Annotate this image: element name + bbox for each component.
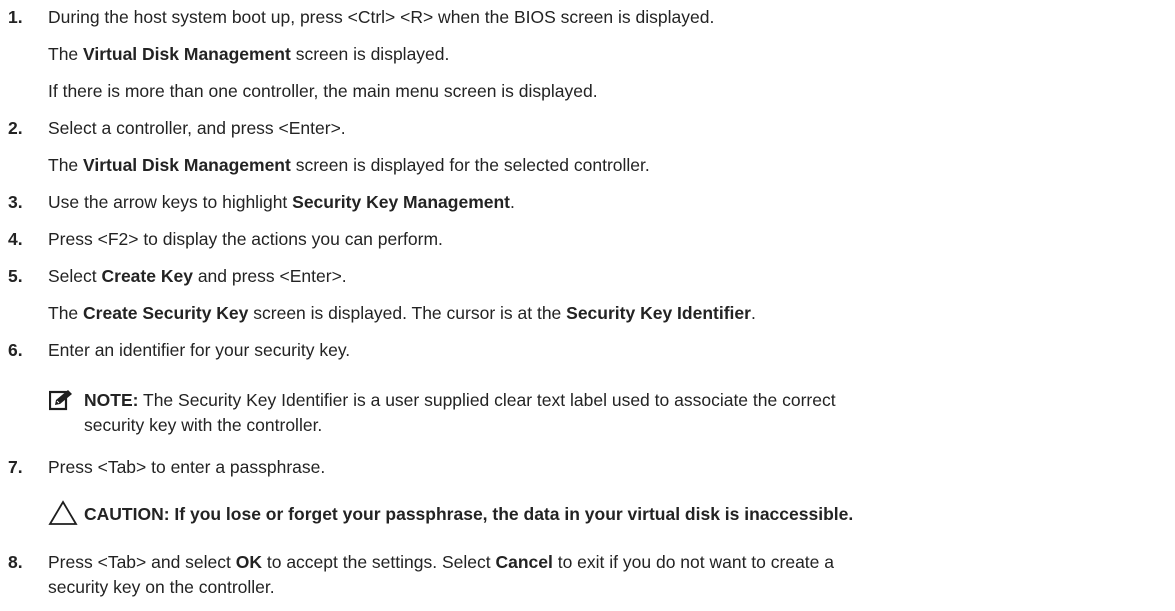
note-text-line-2: security key with the controller. (84, 415, 323, 435)
text-fragment: Press <Tab> and select (48, 552, 236, 572)
step-1-result-2: If there is more than one controller, th… (48, 81, 598, 101)
ui-screen-name: Virtual Disk Management (83, 155, 291, 175)
text-fragment: Select (48, 266, 102, 286)
field-name: Security Key Identifier (566, 303, 751, 323)
button-name-cancel: Cancel (495, 552, 553, 572)
step-number: 6. (8, 340, 23, 360)
note-text-line-1: NOTE: The Security Key Identifier is a u… (84, 389, 836, 411)
step-1-result-1: The Virtual Disk Management screen is di… (48, 43, 449, 65)
caution-text: CAUTION: If you lose or forget your pass… (84, 504, 854, 524)
text-fragment: to exit if you do not want to create a (552, 552, 834, 572)
text-fragment: to accept the settings. Select (262, 552, 496, 572)
step-number: 8. (8, 552, 23, 572)
menu-item-name: Security Key Management (292, 192, 511, 212)
text-fragment: . (510, 192, 515, 212)
step-2-result: The Virtual Disk Management screen is di… (48, 154, 650, 176)
step-5-result: The Create Security Key screen is displa… (48, 302, 756, 324)
step-5-text: Select Create Key and press <Enter>. (48, 265, 347, 287)
text-fragment: The (48, 303, 84, 323)
ui-screen-name: Create Security Key (83, 303, 249, 323)
warning-triangle-icon (48, 500, 78, 526)
pencil-note-icon (48, 389, 73, 411)
text-fragment: screen is displayed for the selected con… (290, 155, 650, 175)
step-4-text: Press <F2> to display the actions you ca… (48, 229, 443, 249)
step-number: 2. (8, 118, 23, 138)
step-8-continuation: security key on the controller. (48, 577, 275, 597)
step-number: 3. (8, 192, 23, 212)
step-number: 7. (8, 457, 23, 477)
step-6-text: Enter an identifier for your security ke… (48, 340, 351, 360)
text-fragment: and press <Enter>. (192, 266, 347, 286)
text-fragment: The (48, 44, 84, 64)
note-label: NOTE: (84, 390, 139, 410)
text-fragment: . (750, 303, 756, 323)
button-name-ok: OK (235, 552, 262, 572)
text-fragment: screen is displayed. (290, 44, 450, 64)
step-number: 4. (8, 229, 23, 249)
text-fragment: The Security Key Identifier is a user su… (138, 390, 836, 410)
step-3-text: Use the arrow keys to highlight Security… (48, 191, 515, 213)
step-7-text: Press <Tab> to enter a passphrase. (48, 457, 326, 477)
text-fragment: The (48, 155, 84, 175)
text-fragment: screen is displayed. The cursor is at th… (248, 303, 567, 323)
step-8-text: Press <Tab> and select OK to accept the … (48, 551, 834, 573)
step-1-text: During the host system boot up, press <C… (48, 7, 715, 27)
step-2-text: Select a controller, and press <Enter>. (48, 118, 346, 138)
ui-screen-name: Virtual Disk Management (83, 44, 291, 64)
step-number: 5. (8, 266, 23, 286)
text-fragment: Use the arrow keys to highlight (48, 192, 293, 212)
step-number: 1. (8, 7, 23, 27)
action-name: Create Key (101, 266, 193, 286)
